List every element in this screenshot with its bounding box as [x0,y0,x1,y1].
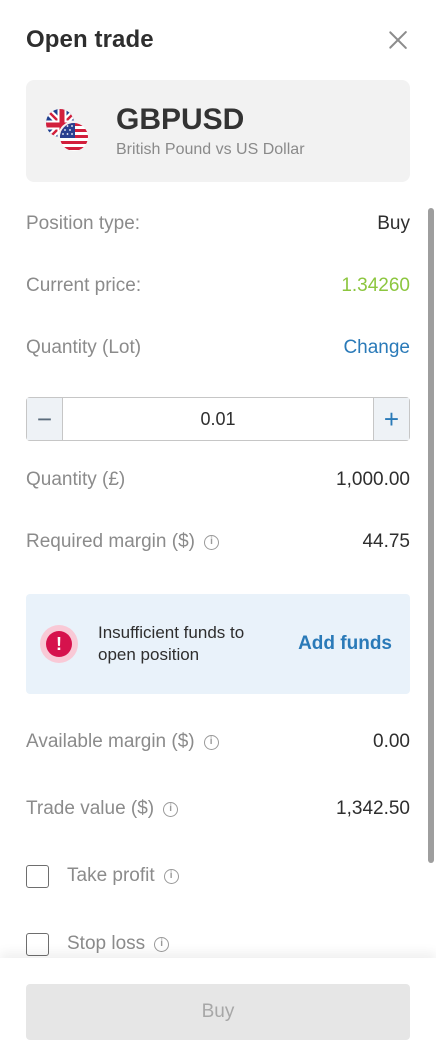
info-icon[interactable]: i [154,936,170,952]
trade-value-row: Trade value ($) i 1,342.50 [26,794,410,824]
scrollbar[interactable] [428,208,434,863]
currency-flags [44,103,100,159]
required-margin-value: 44.75 [362,531,410,552]
quantity-input[interactable] [63,398,373,440]
current-price-label: Current price: [26,275,142,296]
position-type-label: Position type: [26,213,141,234]
increase-quantity-button[interactable]: + [373,398,409,440]
decrease-quantity-button[interactable]: − [27,398,63,440]
position-type-value: Buy [377,213,410,234]
page-title: Open trade [26,26,154,53]
trade-value-label: Trade value ($) [26,798,155,819]
close-icon[interactable] [386,28,410,52]
header: Open trade [26,22,410,58]
info-icon[interactable]: i [163,868,179,884]
required-margin-label-group: Required margin ($) i [26,531,219,553]
instrument-description: British Pound vs US Dollar [116,141,305,158]
trade-value-value: 1,342.50 [336,798,410,819]
exclamation-icon: ! [40,625,78,663]
quantity-gbp-label: Quantity (£) [26,469,126,490]
trade-value-label-group: Trade value ($) i [26,798,179,820]
stop-loss-checkbox[interactable] [26,932,49,956]
stop-loss-row: Stop loss i [26,929,410,959]
instrument-info: GBPUSD British Pound vs US Dollar [116,103,305,159]
quantity-stepper: − + [26,397,410,441]
info-icon[interactable]: i [203,534,219,550]
current-price-row: Current price: 1.34260 [26,271,410,301]
instrument-card: GBPUSD British Pound vs US Dollar [26,80,410,182]
position-type-row: Position type: Buy [26,209,410,239]
available-margin-label: Available margin ($) [26,731,195,752]
available-margin-row: Available margin ($) i 0.00 [26,727,410,757]
take-profit-row: Take profit i [26,861,410,891]
plus-icon: + [383,404,400,434]
required-margin-row: Required margin ($) i 44.75 [26,527,410,557]
take-profit-label: Take profit [67,865,155,886]
quantity-gbp-value: 1,000.00 [336,469,410,490]
instrument-symbol: GBPUSD [116,103,245,136]
quantity-lot-label: Quantity (Lot) [26,337,142,358]
buy-button[interactable]: Buy [26,984,410,1040]
insufficient-funds-alert: ! Insufficient funds to open position Ad… [26,594,410,694]
take-profit-checkbox[interactable] [26,864,49,888]
info-icon[interactable]: i [203,734,219,750]
footer: Buy [0,958,436,1056]
quantity-lot-row: Quantity (Lot) Change [26,333,410,363]
available-margin-value: 0.00 [373,731,410,752]
current-price-value: 1.34260 [341,275,410,296]
quantity-gbp-row: Quantity (£) 1,000.00 [26,465,410,495]
info-icon[interactable]: i [163,801,179,817]
required-margin-label: Required margin ($) [26,531,195,552]
available-margin-label-group: Available margin ($) i [26,731,219,753]
add-funds-link[interactable]: Add funds [298,633,392,655]
minus-icon: − [36,404,53,434]
alert-message: Insufficient funds to open position [98,623,245,664]
change-quantity-link[interactable]: Change [343,337,410,359]
us-flag-icon [58,121,90,153]
stop-loss-label: Stop loss [67,933,146,954]
